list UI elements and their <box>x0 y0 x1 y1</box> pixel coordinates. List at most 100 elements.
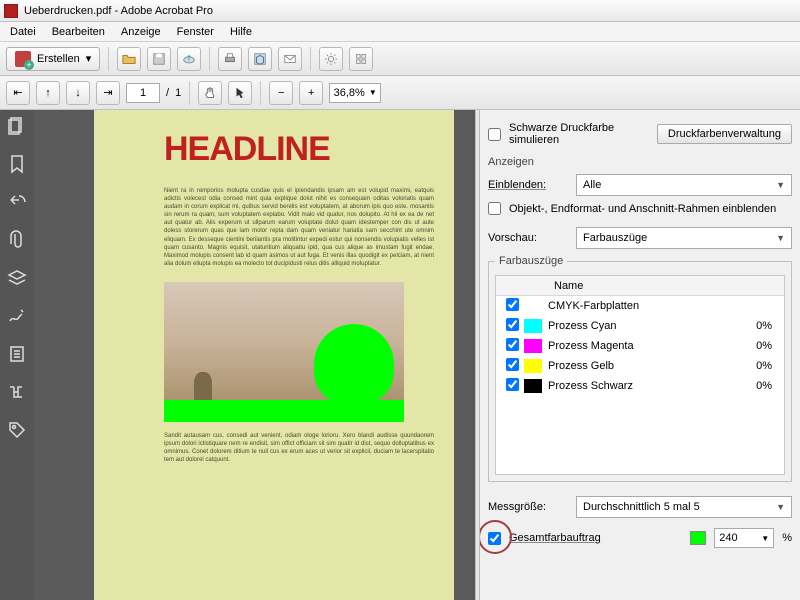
chevron-down-icon: ▼ <box>761 534 769 543</box>
doc-headline: HEADLINE <box>164 130 454 169</box>
bookmarks-panel-button[interactable] <box>7 154 27 174</box>
row-checkbox[interactable] <box>506 358 519 371</box>
separations-legend: Farbauszüge <box>495 255 567 267</box>
create-pdf-icon <box>15 51 31 67</box>
percent-label: % <box>782 532 792 544</box>
next-page-button[interactable]: ↓ <box>66 81 90 105</box>
row-name: Prozess Gelb <box>548 360 736 372</box>
page-number-input[interactable] <box>126 83 160 103</box>
list-header: Name <box>496 276 784 296</box>
chevron-down-icon: ▼ <box>776 233 785 243</box>
last-page-button[interactable]: ⇥ <box>96 81 120 105</box>
separation-row-cmyk[interactable]: CMYK-Farbplatten <box>496 296 784 316</box>
separation-row-cyan[interactable]: Prozess Cyan 0% <box>496 316 784 336</box>
messgroesse-label: Messgröße: <box>488 501 568 513</box>
layers-panel-button[interactable] <box>7 268 27 288</box>
row-checkbox[interactable] <box>506 338 519 351</box>
toolbar-main: Erstellen ▾ <box>0 42 800 76</box>
zoom-value: 36,8% <box>334 87 365 99</box>
tools-button[interactable] <box>349 47 373 71</box>
articles-panel-button[interactable] <box>7 344 27 364</box>
zoom-out-button[interactable]: − <box>269 81 293 105</box>
page-total: 1 <box>175 87 181 99</box>
color-swatch <box>524 379 542 393</box>
attachments-panel-button[interactable] <box>7 230 27 250</box>
anzeigen-label: Anzeigen <box>488 156 792 168</box>
menu-bar: Datei Bearbeiten Anzeige Fenster Hilfe <box>0 22 800 42</box>
settings-button[interactable] <box>319 47 343 71</box>
ink-manager-button[interactable]: Druckfarbenverwaltung <box>657 124 792 144</box>
row-name: Prozess Magenta <box>548 340 736 352</box>
menu-hilfe[interactable]: Hilfe <box>222 24 260 40</box>
create-button[interactable]: Erstellen ▾ <box>6 47 100 71</box>
col-name: Name <box>552 280 744 292</box>
separation-row-magenta[interactable]: Prozess Magenta 0% <box>496 336 784 356</box>
messgroesse-value: Durchschnittlich 5 mal 5 <box>583 501 700 513</box>
tags-panel-button[interactable] <box>7 420 27 440</box>
chevron-down-icon: ▾ <box>86 52 92 65</box>
print-button[interactable] <box>218 47 242 71</box>
chevron-down-icon: ▼ <box>776 180 785 190</box>
annotation-circle <box>480 520 512 554</box>
menu-anzeige[interactable]: Anzeige <box>113 24 169 40</box>
document-viewport[interactable]: HEADLINE Nient ra in remporios molupta c… <box>34 110 475 600</box>
simulate-black-ink-label: Schwarze Druckfarbe simulieren <box>509 122 641 146</box>
menu-bearbeiten[interactable]: Bearbeiten <box>44 24 113 40</box>
color-swatch <box>524 359 542 373</box>
first-page-button[interactable]: ⇤ <box>6 81 30 105</box>
share-button[interactable] <box>248 47 272 71</box>
color-swatch <box>524 319 542 333</box>
vorschau-value: Farbauszüge <box>583 232 647 244</box>
cloud-button[interactable] <box>177 47 201 71</box>
doc-image <box>164 282 404 422</box>
row-checkbox[interactable] <box>506 318 519 331</box>
zoom-combo[interactable]: 36,8% ▼ <box>329 83 381 103</box>
thumbnails-panel-button[interactable] <box>7 116 27 136</box>
signatures-panel-button[interactable] <box>7 306 27 326</box>
simulate-black-ink-checkbox[interactable] <box>488 128 501 141</box>
toolbar-nav: ⇤ ↑ ↓ ⇥ / 1 − + 36,8% ▼ <box>0 76 800 110</box>
select-tool-button[interactable] <box>228 81 252 105</box>
separator <box>209 47 210 71</box>
separator <box>108 47 109 71</box>
show-boxes-label: Objekt-, Endformat- und Anschnitt-Rahmen… <box>509 203 776 215</box>
messgroesse-combo[interactable]: Durchschnittlich 5 mal 5 ▼ <box>576 496 792 518</box>
undo-icon[interactable] <box>7 192 27 212</box>
prev-page-button[interactable]: ↑ <box>36 81 60 105</box>
separations-group: Farbauszüge Name CMYK-Farbplatten Prozes… <box>488 255 792 482</box>
vorschau-label: Vorschau: <box>488 232 568 244</box>
separation-row-yellow[interactable]: Prozess Gelb 0% <box>496 356 784 376</box>
output-preview-panel: Schwarze Druckfarbe simulieren Druckfarb… <box>480 110 800 600</box>
create-label: Erstellen <box>37 53 80 65</box>
model-tree-panel-button[interactable] <box>7 382 27 402</box>
row-percent: 0% <box>736 380 780 392</box>
menu-fenster[interactable]: Fenster <box>169 24 222 40</box>
row-checkbox[interactable] <box>506 298 519 311</box>
separator <box>310 47 311 71</box>
save-button[interactable] <box>147 47 171 71</box>
zoom-in-button[interactable]: + <box>299 81 323 105</box>
total-ink-value: 240 <box>719 532 737 544</box>
page-sep: / <box>166 87 169 99</box>
doc-caption: Sandit autausam cus, consedi aut venient… <box>164 432 434 464</box>
row-name: CMYK-Farbplatten <box>548 300 736 312</box>
row-percent: 0% <box>736 340 780 352</box>
chevron-down-icon: ▼ <box>776 502 785 512</box>
vorschau-combo[interactable]: Farbauszüge ▼ <box>576 227 792 249</box>
separator <box>189 81 190 105</box>
left-nav-strip <box>0 110 34 600</box>
row-name: Prozess Cyan <box>548 320 736 332</box>
chevron-down-icon: ▼ <box>369 88 377 97</box>
highlight-color-swatch[interactable] <box>690 531 706 545</box>
total-ink-value-combo[interactable]: 240 ▼ <box>714 528 774 548</box>
open-button[interactable] <box>117 47 141 71</box>
color-swatch <box>524 339 542 353</box>
show-boxes-checkbox[interactable] <box>488 202 501 215</box>
menu-datei[interactable]: Datei <box>2 24 44 40</box>
row-checkbox[interactable] <box>506 378 519 391</box>
app-icon <box>4 4 18 18</box>
email-button[interactable] <box>278 47 302 71</box>
separation-row-black[interactable]: Prozess Schwarz 0% <box>496 376 784 396</box>
hand-tool-button[interactable] <box>198 81 222 105</box>
einblenden-combo[interactable]: Alle ▼ <box>576 174 792 196</box>
